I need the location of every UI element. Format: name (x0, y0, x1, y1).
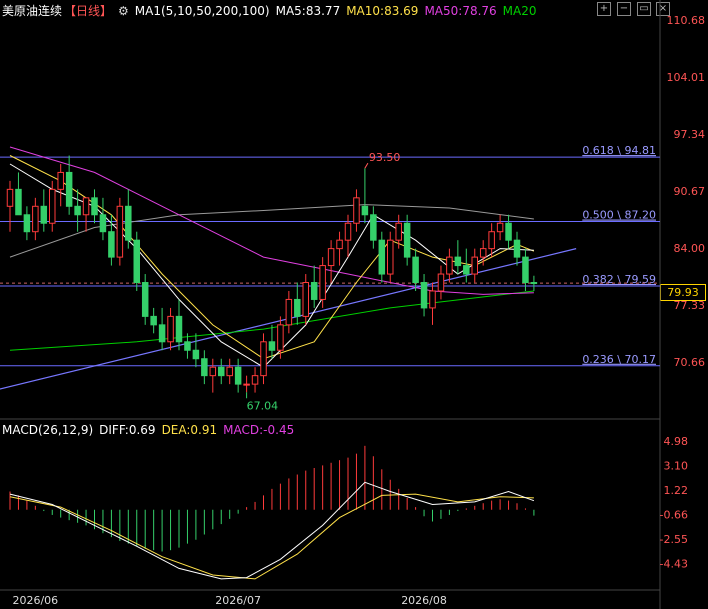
fib-level-label: 0.236 \ 70.17 (582, 353, 656, 366)
macd-tick-label: -2.55 (660, 533, 688, 546)
candle-body (150, 315, 157, 326)
price-tick-label: 104.01 (667, 71, 706, 84)
candle-body (463, 265, 470, 275)
price-tick-label: 110.68 (667, 14, 706, 27)
annotation-pointer (364, 162, 369, 169)
candle-body (353, 197, 360, 224)
candle-body (420, 282, 428, 309)
candle-body (251, 375, 259, 385)
candle-body (125, 205, 132, 241)
candle-body (234, 366, 242, 385)
price-tick-label: 90.67 (674, 185, 706, 198)
candle-body (141, 282, 149, 317)
candle-body (108, 231, 115, 258)
candle-body (192, 349, 200, 360)
candle-body (175, 315, 183, 343)
candle-body (23, 214, 31, 233)
macd-tick-label: -0.66 (660, 509, 688, 522)
candle-body (167, 315, 174, 343)
candle-body (116, 205, 124, 258)
candle-body (243, 383, 250, 386)
candle-body (91, 197, 98, 216)
candle-body (403, 222, 411, 258)
candle-body (49, 188, 56, 224)
macd-tick-label: 3.10 (664, 460, 689, 473)
candle-body (260, 341, 267, 377)
candle-body (294, 298, 301, 317)
candle-body (218, 366, 225, 377)
candle-body (446, 256, 453, 275)
time-axis-label: 2026/08 (401, 594, 447, 607)
candle-body (336, 239, 343, 250)
candle-body (454, 256, 462, 267)
candle-body (505, 222, 512, 241)
candle-body (344, 222, 352, 241)
price-tick-label: 97.34 (674, 128, 706, 141)
candle-body (57, 171, 64, 190)
candle-body (387, 239, 394, 275)
macd-tick-label: 4.98 (664, 435, 689, 448)
candle-body (65, 171, 73, 207)
candle-body (378, 239, 386, 275)
fib-level-label: 0.382 \ 79.59 (582, 273, 656, 286)
candle-body (310, 282, 318, 300)
candle-body (437, 273, 445, 292)
candle-body (201, 358, 208, 377)
candle-body (32, 205, 39, 233)
candle-body (184, 341, 191, 351)
candle-body (479, 248, 487, 258)
extreme-price-label: 93.50 (369, 151, 401, 164)
extreme-price-label: 67.04 (247, 399, 279, 412)
candle-body (277, 324, 284, 351)
candle-body (6, 188, 14, 207)
candle-body (471, 256, 478, 275)
time-axis-label: 2026/07 (215, 594, 261, 607)
candle-body (74, 205, 81, 216)
candle-body (429, 290, 436, 309)
price-tick-label: 84.00 (674, 242, 706, 255)
candle-body (15, 188, 22, 216)
candle-body (82, 197, 90, 216)
price-tick-label: 70.66 (674, 356, 706, 369)
time-axis-label: 2026/06 (12, 594, 58, 607)
candle-body (488, 231, 495, 250)
candle-body (99, 214, 107, 233)
candle-body (395, 222, 402, 241)
macd-tick-label: -4.43 (660, 558, 688, 571)
candle-body (370, 214, 377, 241)
candle-body (513, 239, 521, 258)
kline-chart[interactable]: 110.68 104.01 97.34 90.67 84.00 77.33 70.66 202… (0, 0, 708, 609)
candle-body (302, 282, 309, 317)
candle-body (319, 265, 326, 300)
candle-body (209, 366, 217, 377)
candle-body (361, 205, 369, 216)
candle-body (285, 298, 293, 326)
candle-body (133, 239, 140, 284)
candle-body (412, 256, 419, 284)
candle-body (522, 256, 529, 284)
macd-tick-label: 1.22 (664, 484, 689, 497)
candle-body (327, 248, 335, 267)
candle-body (496, 222, 504, 233)
candle-body (226, 366, 233, 377)
candle-body (530, 282, 538, 285)
fib-level-label: 0.618 \ 94.81 (582, 144, 656, 157)
price-tick-label: 77.33 (674, 299, 706, 312)
candle-body (40, 205, 48, 224)
fib-level-label: 0.500 \ 87.20 (582, 209, 656, 222)
candle-body (158, 324, 166, 343)
candle-body (268, 341, 276, 351)
